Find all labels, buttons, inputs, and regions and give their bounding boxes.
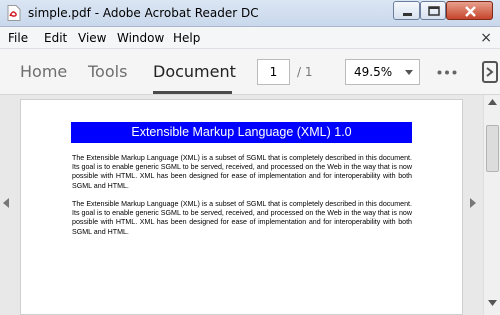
paragraph: The Extensible Markup Language (XML) is …: [72, 200, 412, 236]
maximize-button[interactable]: [420, 1, 446, 20]
pdf-page: Extensible Markup Language (XML) 1.0 The…: [20, 99, 463, 315]
tab-tools[interactable]: Tools: [88, 62, 127, 81]
maximize-icon: [428, 6, 440, 16]
tab-document[interactable]: Document: [153, 62, 236, 81]
menu-bar: File Edit View Window Help ×: [0, 27, 500, 49]
menu-view[interactable]: View: [78, 31, 106, 45]
close-document-icon[interactable]: ×: [480, 30, 492, 46]
left-arrow-icon[interactable]: [3, 198, 9, 208]
menu-help[interactable]: Help: [173, 31, 200, 45]
zoom-value: 49.5%: [354, 65, 393, 79]
right-pane-icon[interactable]: [480, 61, 500, 83]
scrollbar-thumb[interactable]: [486, 125, 499, 172]
chevron-down-icon: [405, 70, 413, 75]
window-title: simple.pdf - Adobe Acrobat Reader DC: [28, 6, 259, 20]
document-heading: Extensible Markup Language (XML) 1.0: [71, 122, 412, 143]
close-icon: [465, 6, 476, 17]
scroll-down-arrow-icon[interactable]: [488, 300, 497, 306]
page-number-input[interactable]: 1: [257, 59, 290, 85]
menu-edit[interactable]: Edit: [44, 31, 67, 45]
document-viewport[interactable]: Extensible Markup Language (XML) 1.0 The…: [0, 95, 483, 315]
paragraph: The Extensible Markup Language (XML) is …: [72, 154, 412, 190]
title-bar: simple.pdf - Adobe Acrobat Reader DC: [0, 0, 500, 27]
tab-home[interactable]: Home: [20, 62, 67, 81]
active-tab-indicator: [153, 91, 232, 94]
vertical-scrollbar[interactable]: [483, 95, 500, 315]
pdf-file-icon: [7, 5, 21, 21]
right-arrow-icon[interactable]: [470, 198, 476, 208]
minimize-icon: [403, 13, 412, 16]
close-button[interactable]: [446, 1, 493, 20]
zoom-select[interactable]: 49.5%: [345, 59, 420, 85]
menu-file[interactable]: File: [8, 31, 28, 45]
more-options-icon[interactable]: [437, 70, 457, 75]
toolbar: Home Tools Document 1 / 1 49.5%: [0, 49, 500, 95]
page-total: / 1: [297, 65, 313, 79]
scroll-up-arrow-icon[interactable]: [488, 99, 497, 105]
menu-window[interactable]: Window: [117, 31, 164, 45]
minimize-button[interactable]: [393, 1, 420, 20]
